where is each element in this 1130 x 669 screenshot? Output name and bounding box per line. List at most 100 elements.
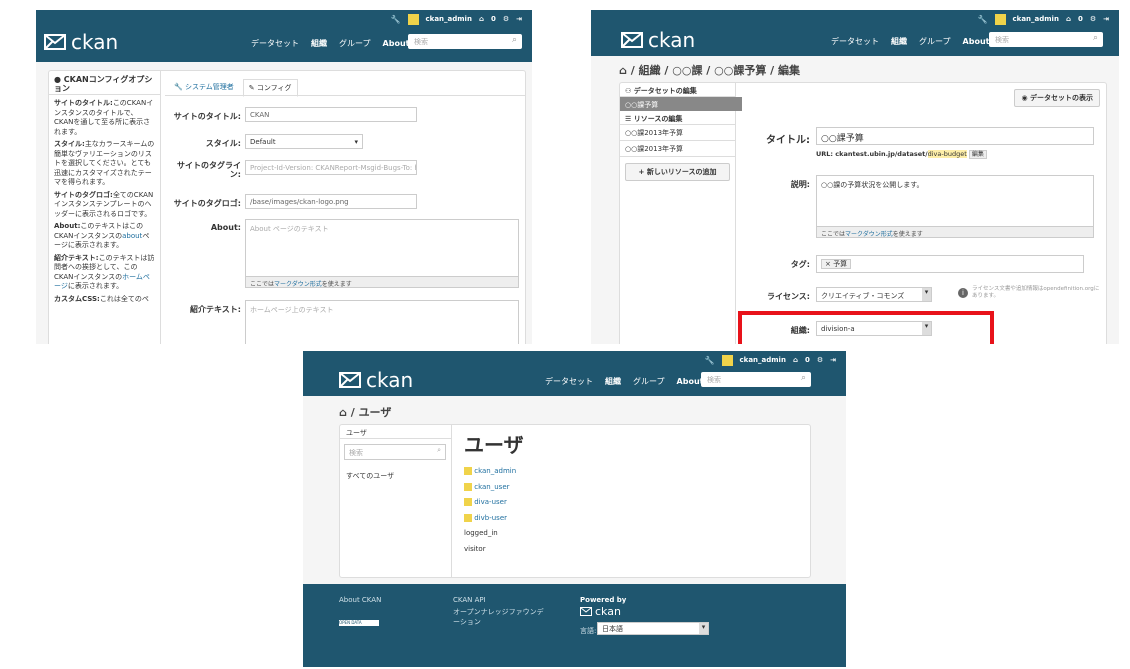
style-select[interactable]: Default ▾ [245, 134, 363, 149]
username-link[interactable]: ckan_admin [426, 15, 472, 23]
sidebar-heading: ● CKANコンフィグオプション [49, 71, 160, 95]
about-textarea[interactable]: About ページのテキスト [245, 219, 519, 277]
logout-icon[interactable]: ⇥ [830, 356, 836, 364]
breadcrumb: ⌂ / 組織 / ○○課 / ○○課予算 / 編集 [619, 64, 801, 77]
nav-about[interactable]: About [383, 39, 410, 48]
ckan-logo[interactable]: ckan [339, 368, 413, 392]
search-placeholder: 検索 [707, 375, 721, 384]
gear-icon[interactable]: ⚙ [1090, 15, 1096, 23]
search-icon[interactable]: ⌕ [801, 373, 806, 383]
wrench-icon[interactable]: 🔧 [705, 356, 715, 365]
button-label: 新しいリソースの追加 [646, 168, 717, 176]
gear-icon[interactable]: ⚙ [817, 356, 823, 364]
heading-label: データセットの編集 [633, 87, 697, 95]
all-users-link[interactable]: すべてのユーザ [346, 471, 394, 481]
organization-select[interactable]: division-a ▾ [816, 321, 932, 336]
home-icon[interactable]: ⌂ [339, 406, 347, 419]
search-placeholder: 検索 [349, 449, 363, 457]
footer-api-link[interactable]: CKAN API [453, 596, 486, 604]
tags-field[interactable]: × 予算 [816, 255, 1084, 273]
nav-datasets[interactable]: データセット [831, 36, 879, 47]
search-icon[interactable]: ⌕ [437, 446, 441, 455]
tag-chip[interactable]: × 予算 [821, 259, 852, 269]
search-icon[interactable]: ⌕ [512, 35, 517, 45]
search-input[interactable]: 検索 ⌕ [989, 32, 1103, 47]
nav-groups[interactable]: グループ [633, 376, 665, 387]
user-link[interactable]: ckan_admin [474, 467, 516, 475]
footer-ckan-logo[interactable]: ckan [580, 605, 621, 618]
help-term: About: [54, 222, 81, 230]
dashboard-icon[interactable]: ⌂ [479, 15, 484, 23]
url-edit-button[interactable]: 編集 [968, 150, 987, 159]
nav-groups[interactable]: グループ [339, 38, 371, 49]
about-link[interactable]: about [122, 232, 142, 240]
sidebar-item-active[interactable]: ○○課予算 [620, 97, 742, 111]
ckan-logo[interactable]: ckan [621, 28, 695, 52]
ckan-logo[interactable]: ckan [44, 30, 118, 54]
view-dataset-button[interactable]: ◉ データセットの表示 [1014, 89, 1100, 107]
nav-organizations[interactable]: 組織 [605, 376, 621, 387]
sidebar-item-resource[interactable]: ○○課2013年予算 [620, 125, 735, 141]
caret-down-icon: ▾ [699, 623, 708, 634]
description-textarea[interactable]: ○○課の予算状況を公開します。 [816, 175, 1094, 227]
list-item[interactable]: visitor [464, 542, 516, 558]
footer-okfn-link[interactable]: オープンナレッジファウンデーション [453, 607, 549, 627]
license-select[interactable]: クリエイティブ・コモンズ ▾ [816, 287, 932, 302]
user-link[interactable]: diva-user [474, 498, 507, 506]
help-term: 紹介テキスト: [54, 253, 99, 262]
username-link[interactable]: ckan_admin [1013, 15, 1059, 23]
dashboard-icon[interactable]: ⌂ [793, 356, 798, 364]
user-link[interactable]: divb-user [474, 514, 507, 522]
tagline-field[interactable]: Project-Id-Version: CKANReport-Msgid-Bug… [245, 160, 417, 175]
breadcrumb-item[interactable]: 組織 [639, 64, 661, 77]
markdown-link[interactable]: マークダウン形式 [274, 281, 322, 288]
url-text: URL: ckantest.ubin.jp/dataset/ [816, 150, 928, 158]
avatar[interactable] [994, 13, 1006, 25]
nav-organizations[interactable]: 組織 [311, 38, 327, 49]
username-link[interactable]: ckan_admin [740, 356, 786, 364]
title-field[interactable]: ○○課予算 [816, 127, 1094, 145]
list-item[interactable]: ckan_admin [464, 464, 516, 480]
search-input[interactable]: 検索 ⌕ [701, 372, 811, 387]
list-item[interactable]: logged_in [464, 526, 516, 542]
language-select[interactable]: 日本語 ▾ [597, 622, 709, 635]
remove-tag-icon[interactable]: × [825, 260, 831, 268]
avatar[interactable] [721, 354, 733, 366]
search-input[interactable]: 検索 ⌕ [408, 34, 522, 49]
footer-about-link[interactable]: About CKAN [339, 596, 381, 604]
hint-text: を使えます [892, 231, 923, 238]
screenshot-config: 🔧 ckan_admin ⌂ 0 ⚙ ⇥ ckan データセット 組織 グループ… [36, 10, 532, 344]
sidebar-item-resource[interactable]: ○○課2013年予算 [620, 141, 735, 157]
add-resource-button[interactable]: + 新しいリソースの追加 [625, 163, 730, 181]
nav-about[interactable]: About [677, 377, 704, 386]
nav-organizations[interactable]: 組織 [891, 36, 907, 47]
list-item[interactable]: divb-user [464, 511, 516, 527]
logout-icon[interactable]: ⇥ [516, 15, 522, 23]
logo-field[interactable]: /base/images/ckan-logo.png [245, 194, 417, 209]
avatar[interactable] [407, 13, 419, 25]
list-item[interactable]: diva-user [464, 495, 516, 511]
breadcrumb-item[interactable]: ○○課 [672, 64, 702, 77]
dashboard-icon[interactable]: ⌂ [1066, 15, 1071, 23]
label-logo: サイトのタグロゴ: [173, 199, 241, 208]
list-item[interactable]: ckan_user [464, 480, 516, 496]
nav-datasets[interactable]: データセット [545, 376, 593, 387]
nav-datasets[interactable]: データセット [251, 38, 299, 49]
organization-value: division-a [821, 325, 855, 333]
open-data-badge[interactable]: OPEN DATA [339, 620, 379, 626]
site-title-field[interactable]: CKAN [245, 107, 417, 122]
logout-icon[interactable]: ⇥ [1103, 15, 1109, 23]
nav-groups[interactable]: グループ [919, 36, 951, 47]
user-link[interactable]: ckan_user [474, 483, 509, 491]
ckan-logo-icon [339, 372, 361, 388]
search-icon[interactable]: ⌕ [1093, 33, 1098, 43]
breadcrumb-item[interactable]: ○○課予算 [714, 64, 766, 77]
home-icon[interactable]: ⌂ [619, 64, 627, 77]
intro-textarea[interactable]: ホームページ上のテキスト [245, 300, 519, 344]
gear-icon[interactable]: ⚙ [503, 15, 509, 23]
user-search-input[interactable]: 検索 ⌕ [344, 444, 446, 460]
markdown-link[interactable]: マークダウン形式 [845, 231, 893, 238]
nav-about[interactable]: About [963, 37, 990, 46]
wrench-icon[interactable]: 🔧 [391, 15, 401, 24]
wrench-icon[interactable]: 🔧 [978, 15, 988, 24]
